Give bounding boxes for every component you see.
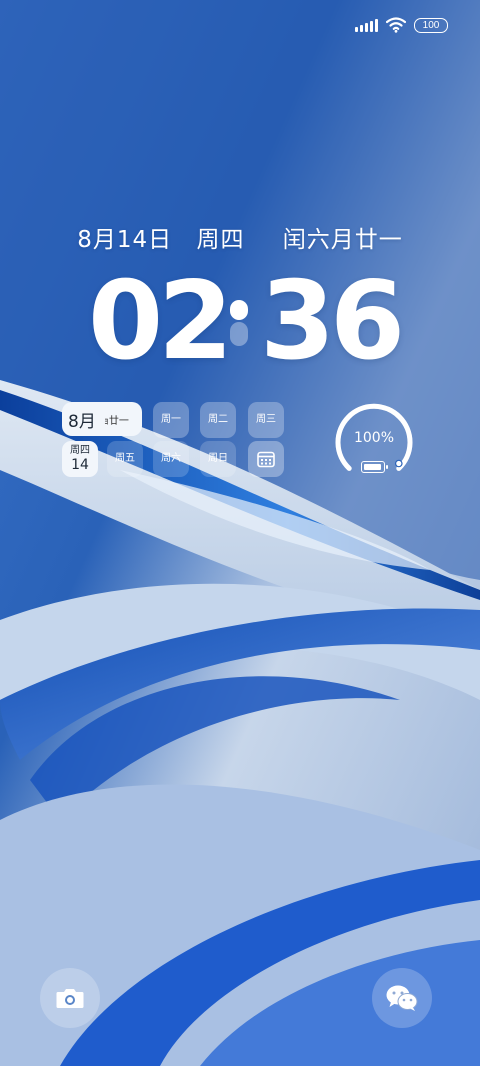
calendar-month-chip[interactable]: 8月 ｮ廿一 [62, 402, 142, 436]
clock-minute-ones: 6 [330, 259, 406, 384]
calendar-open-button[interactable] [248, 441, 284, 477]
calendar-weekday-wed[interactable]: 周三 [248, 402, 284, 438]
gauge-end-dot [395, 459, 403, 468]
wallpaper [0, 0, 480, 1066]
weekday-text: 周四 [196, 227, 245, 253]
clock-minute-tens: 3 [260, 259, 336, 384]
wechat-shortcut-button[interactable] [372, 968, 432, 1028]
camera-icon [56, 989, 84, 1008]
calendar-month: 8月 [68, 411, 96, 432]
wifi-icon [386, 17, 406, 33]
wechat-icon [386, 985, 418, 1011]
clock-colon-shadow [230, 322, 248, 346]
date-line: 8月14日 周四 闰六月廿一 [0, 220, 480, 254]
clock-colon-dot [230, 300, 248, 320]
clock-hour-tens: 0 [88, 259, 164, 384]
date-text: 8月14日 [77, 227, 173, 253]
battery-percent-text: 100% [353, 430, 395, 446]
calendar-icon [257, 451, 275, 468]
calendar-weekday-tue[interactable]: 周二 [200, 402, 236, 438]
clock-hour-ones: 2 [158, 259, 234, 384]
camera-shortcut-button[interactable] [40, 968, 100, 1028]
calendar-weekday-mon[interactable]: 周一 [153, 402, 189, 438]
calendar-weekday-sat[interactable]: 周六 [153, 441, 189, 477]
calendar-today-day: 14 [71, 457, 89, 473]
calendar-weekday-sun[interactable]: 周日 [200, 441, 236, 477]
lunar-date-text: 闰六月廿一 [282, 227, 403, 253]
cellular-signal-icon [355, 18, 378, 32]
calendar-lunar-short: ｮ廿一 [103, 415, 129, 427]
calendar-weekday-fri[interactable]: 周五 [107, 441, 143, 477]
status-bar: 100 [355, 14, 448, 36]
calendar-today-weekday: 周四 [70, 445, 90, 456]
battery-indicator: 100 [414, 17, 448, 33]
calendar-today-chip[interactable]: 周四 14 [62, 441, 98, 477]
battery-icon [361, 461, 388, 473]
